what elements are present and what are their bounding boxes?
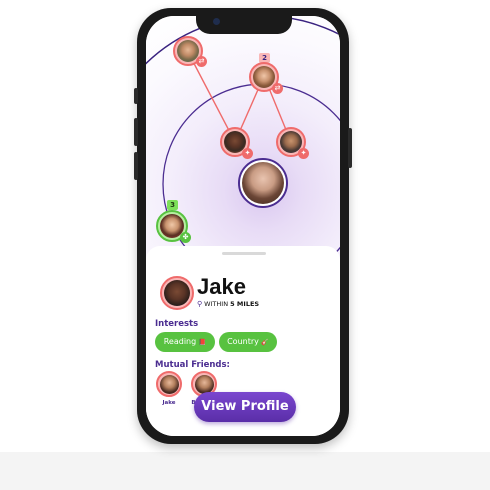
center-user-avatar[interactable] — [238, 158, 288, 208]
distance-row: ⚲ WITHIN 5 MILES — [197, 300, 259, 308]
mutual-friend-avatar[interactable] — [156, 371, 182, 397]
mutual-friend-photo — [194, 374, 214, 394]
drag-handle[interactable] — [222, 252, 266, 255]
power-button — [348, 128, 352, 168]
phone-notch — [196, 12, 292, 34]
location-pin-icon: ⚲ — [197, 300, 203, 308]
guitar-icon: 🎸 — [261, 339, 269, 346]
book-icon: 📕 — [198, 339, 207, 346]
interests-heading: Interests — [155, 319, 199, 329]
interest-label: Reading — [163, 337, 197, 346]
floor-backdrop — [0, 452, 490, 490]
volume-down-button — [134, 118, 138, 146]
volume-button — [134, 152, 138, 180]
distance-prefix: WITHIN — [204, 300, 229, 308]
friend-photo — [253, 66, 275, 88]
mutual-friend-photo — [159, 374, 179, 394]
profile-avatar[interactable] — [160, 276, 194, 310]
view-profile-button[interactable]: View Profile — [194, 392, 296, 422]
interest-label: Country — [227, 337, 259, 346]
mutual-friends-heading: Mutual Friends: — [155, 360, 230, 370]
profile-name: Jake — [197, 274, 246, 299]
profile-photo — [164, 280, 190, 306]
distance-value: 5 MILES — [230, 300, 260, 308]
connection-icon: ✦ — [242, 148, 253, 159]
hug-icon: ⇄ — [196, 56, 207, 67]
link-icon: ✤ — [180, 232, 191, 243]
connection-icon: ✦ — [298, 148, 309, 159]
mutual-friend-name: Jake — [162, 400, 176, 406]
interest-pill-country[interactable]: Country 🎸 — [219, 332, 277, 352]
app-screen: ⇄ 2 ⇄ ✦ ✦ 3 ✤ Jake ⚲ WITHIN 5 MILES Inte… — [146, 16, 340, 436]
front-camera — [213, 18, 220, 25]
hug-icon: ⇄ — [272, 83, 283, 94]
center-user-photo — [242, 162, 284, 204]
volume-up-button — [134, 88, 138, 104]
friend-map[interactable]: ⇄ 2 ⇄ ✦ ✦ 3 ✤ — [146, 16, 340, 276]
degree-badge-3: 3 — [167, 200, 178, 210]
interest-pill-reading[interactable]: Reading 📕 — [155, 332, 215, 352]
